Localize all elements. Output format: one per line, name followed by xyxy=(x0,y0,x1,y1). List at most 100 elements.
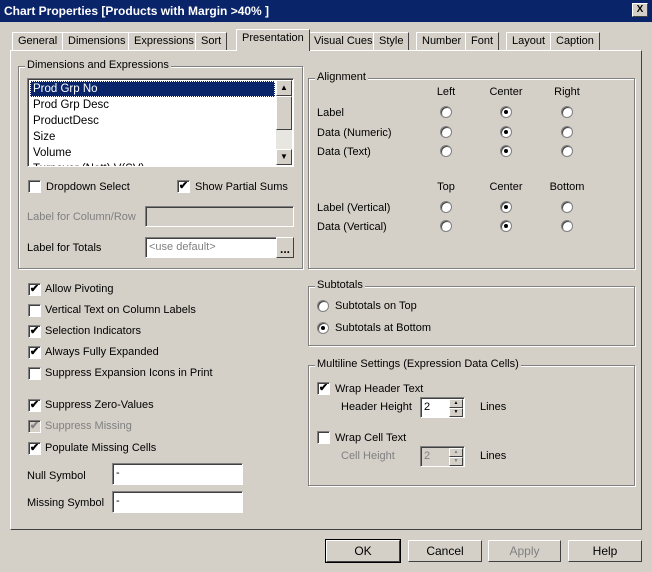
null-symbol-input[interactable]: - xyxy=(112,463,243,485)
option-checkbox[interactable]: ✔ xyxy=(28,283,41,296)
stepper-up-icon[interactable]: ▲ xyxy=(449,399,463,408)
tab-visual-cues[interactable]: Visual Cues xyxy=(308,32,379,50)
alignment-legend: Alignment xyxy=(315,71,368,83)
option-checkbox[interactable]: ✔ xyxy=(28,346,41,359)
alignment-radio-right[interactable] xyxy=(561,106,573,118)
option-checkbox[interactable]: ✔ xyxy=(28,442,41,455)
option-checkbox[interactable]: ✔ xyxy=(28,399,41,412)
alignment-radio-left[interactable] xyxy=(440,145,452,157)
cell-height-unit: Lines xyxy=(480,450,507,462)
scroll-down-icon[interactable]: ▼ xyxy=(276,149,292,165)
subtotals-at-bottom-radio[interactable] xyxy=(317,322,329,334)
tab-layout[interactable]: Layout xyxy=(506,32,552,50)
missing-symbol-label: Missing Symbol xyxy=(27,497,105,509)
subtotals-on-top-radio[interactable] xyxy=(317,300,329,312)
option-label: Allow Pivoting xyxy=(45,283,114,295)
cell-height-stepper[interactable]: 2 ▲ ▼ xyxy=(420,446,465,467)
dimensions-listbox[interactable]: Prod Grp No Prod Grp Desc ProductDesc Size V… xyxy=(27,78,294,167)
alignment-radio-left[interactable] xyxy=(440,126,452,138)
missing-symbol-input[interactable]: - xyxy=(112,491,243,513)
option-label: Always Fully Expanded xyxy=(45,346,159,358)
option-checkbox[interactable] xyxy=(28,367,41,380)
scroll-thumb[interactable] xyxy=(276,96,292,130)
tab-dimensions[interactable]: Dimensions xyxy=(62,32,132,50)
alignment-radio-bottom[interactable] xyxy=(561,201,573,213)
cell-height-label: Cell Height xyxy=(341,450,395,462)
alignment-radio-top[interactable] xyxy=(440,201,452,213)
header-height-unit: Lines xyxy=(480,401,507,413)
alignment-radio-center[interactable] xyxy=(500,220,512,232)
label-col-row-label: Label for Column/Row xyxy=(27,211,136,223)
option-label: Selection Indicators xyxy=(45,325,141,337)
header-height-value: 2 xyxy=(424,401,431,413)
stepper-up-icon[interactable]: ▲ xyxy=(449,448,463,457)
tab-font[interactable]: Font xyxy=(465,32,500,50)
tab-presentation[interactable]: Presentation xyxy=(236,29,310,51)
alignment-radio-center[interactable] xyxy=(500,145,512,157)
help-button[interactable]: Help xyxy=(568,540,642,562)
list-item[interactable]: Prod Grp Desc xyxy=(30,97,275,113)
option-label: Suppress Missing xyxy=(45,420,132,432)
alignment-radio-right[interactable] xyxy=(561,126,573,138)
subtotals-group: Subtotals xyxy=(308,279,635,346)
show-partial-sums-label: Show Partial Sums xyxy=(195,181,288,193)
stepper-down-icon[interactable]: ▼ xyxy=(449,408,463,417)
option-checkbox[interactable]: ✔ xyxy=(28,325,41,338)
alignment-radio-center[interactable] xyxy=(500,201,512,213)
dropdown-select-checkbox[interactable] xyxy=(28,180,41,193)
scroll-up-icon[interactable]: ▲ xyxy=(276,80,292,96)
alignment-col-header: Left xyxy=(436,86,456,98)
alignment-radio-bottom[interactable] xyxy=(561,220,573,232)
list-item[interactable]: Size xyxy=(30,129,275,145)
wrap-cell-checkbox[interactable] xyxy=(317,431,330,444)
wrap-header-label: Wrap Header Text xyxy=(335,383,424,395)
show-partial-sums-checkbox[interactable]: ✔ xyxy=(177,180,190,193)
alignment-col-header: Center xyxy=(489,181,523,193)
tab-expressions[interactable]: Expressions xyxy=(128,32,200,50)
list-item[interactable]: Turnover (Nett) V(SV) xyxy=(30,161,275,166)
alignment-row-label: Data (Vertical) xyxy=(317,221,387,233)
alignment-radio-center[interactable] xyxy=(500,126,512,138)
alignment-col-header: Center xyxy=(489,86,523,98)
wrap-header-checkbox[interactable]: ✔ xyxy=(317,382,330,395)
label-totals-input[interactable]: <use default> xyxy=(145,237,277,258)
alignment-col-header: Top xyxy=(437,181,455,193)
stepper-down-icon[interactable]: ▼ xyxy=(449,457,463,466)
alignment-col-header: Bottom xyxy=(549,181,585,193)
cancel-button[interactable]: Cancel xyxy=(408,540,482,562)
subtotals-on-top-label: Subtotals on Top xyxy=(335,300,417,312)
dropdown-select-label: Dropdown Select xyxy=(46,181,130,193)
alignment-row-label: Label (Vertical) xyxy=(317,202,391,214)
option-label: Suppress Expansion Icons in Print xyxy=(45,367,213,379)
tab-caption[interactable]: Caption xyxy=(550,32,600,50)
alignment-col-header: Right xyxy=(554,86,580,98)
list-item[interactable]: ProductDesc xyxy=(30,113,275,129)
list-item[interactable]: Volume xyxy=(30,145,275,161)
apply-button[interactable]: Apply xyxy=(488,540,561,562)
option-checkbox[interactable] xyxy=(28,304,41,317)
option-label: Populate Missing Cells xyxy=(45,442,157,454)
window-title: Chart Properties [Products with Margin >… xyxy=(4,4,270,18)
alignment-radio-left[interactable] xyxy=(440,106,452,118)
multiline-legend: Multiline Settings (Expression Data Cell… xyxy=(315,358,521,370)
option-checkbox[interactable]: ✔ xyxy=(28,420,41,433)
listbox-scrollbar[interactable]: ▲ ▼ xyxy=(276,80,292,165)
tab-general[interactable]: General xyxy=(12,32,64,50)
close-button[interactable]: X xyxy=(632,3,648,17)
alignment-radio-top[interactable] xyxy=(440,220,452,232)
alignment-radio-center[interactable] xyxy=(500,106,512,118)
tab-style[interactable]: Style xyxy=(373,32,410,50)
ok-button[interactable]: OK xyxy=(325,539,401,563)
tab-number[interactable]: Number xyxy=(416,32,468,50)
header-height-label: Header Height xyxy=(341,401,412,413)
label-totals-browse-button[interactable]: ... xyxy=(276,237,294,258)
label-col-row-input[interactable] xyxy=(145,206,294,227)
alignment-row-label: Data (Numeric) xyxy=(317,127,392,139)
alignment-radio-right[interactable] xyxy=(561,145,573,157)
subtotals-at-bottom-label: Subtotals at Bottom xyxy=(335,322,431,334)
title-bar: Chart Properties [Products with Margin >… xyxy=(0,0,652,22)
list-item[interactable]: Prod Grp No xyxy=(30,81,275,97)
header-height-stepper[interactable]: 2 ▲ ▼ xyxy=(420,397,465,418)
tab-sort[interactable]: Sort xyxy=(195,32,228,50)
alignment-row-label: Label xyxy=(317,107,344,119)
